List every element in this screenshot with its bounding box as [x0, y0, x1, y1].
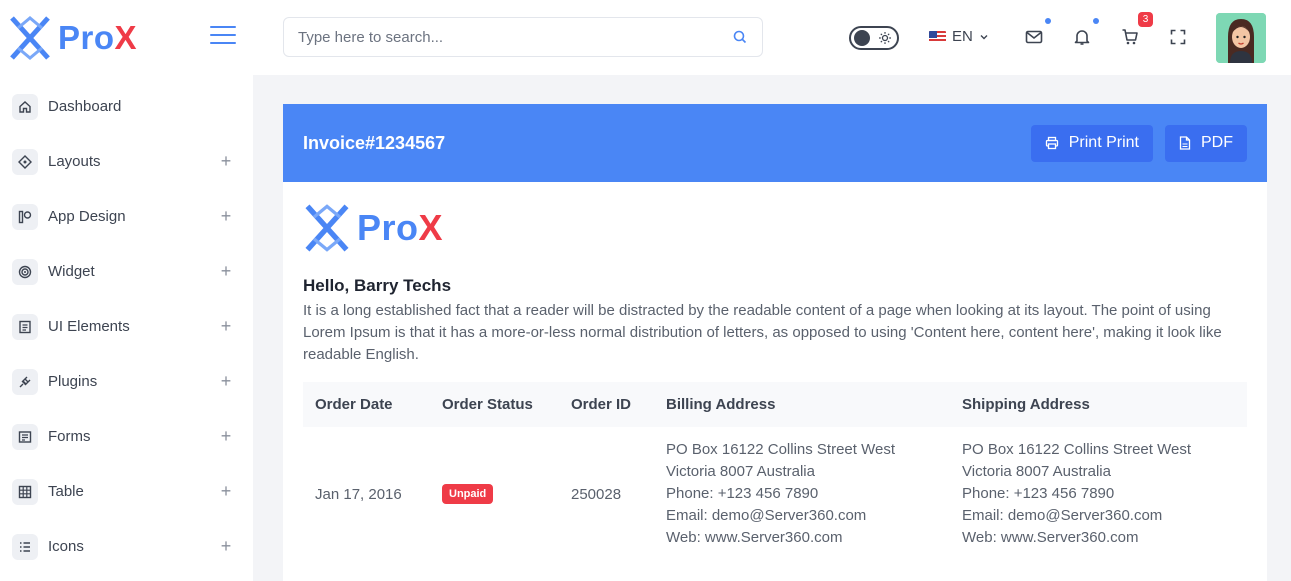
search-input[interactable] — [298, 28, 732, 46]
menu-toggle-button[interactable] — [210, 26, 236, 46]
expand-icon[interactable]: + — [219, 261, 233, 282]
list-icon — [12, 533, 38, 560]
print-button-label: Print Print — [1068, 134, 1139, 151]
invoice-title: Invoice#1234567 — [303, 132, 446, 153]
user-avatar[interactable] — [1216, 13, 1266, 63]
printer-icon — [1045, 136, 1058, 150]
expand-icon[interactable]: + — [219, 206, 233, 227]
column-header: Order ID — [559, 382, 654, 427]
sidebar-item-layouts[interactable]: Layouts + — [0, 134, 253, 189]
target-icon — [12, 258, 38, 285]
form-icon — [12, 423, 38, 450]
notifications-button[interactable] — [1071, 18, 1099, 48]
invoice-card: Invoice#1234567 Print Print PDF ProX Hel… — [283, 104, 1267, 581]
greeting-heading: Hello, Barry Techs — [303, 276, 452, 295]
diamond-icon — [12, 148, 38, 175]
table-header-row: Order Date Order Status Order ID Billing… — [303, 382, 1247, 427]
expand-icon[interactable]: + — [219, 426, 233, 447]
sidebar-item-app-design[interactable]: App Design + — [0, 189, 253, 244]
sun-icon — [879, 32, 891, 44]
table-row: Jan 17, 2016 Unpaid 250028 PO Box 16122 … — [303, 427, 1247, 549]
chevron-down-icon — [980, 34, 988, 39]
sidebar-item-label: App Design — [48, 208, 126, 225]
sidebar-item-label: Icons — [48, 538, 84, 555]
expand-icon[interactable]: + — [219, 316, 233, 337]
expand-icon[interactable]: + — [219, 371, 233, 392]
search-icon[interactable] — [732, 29, 748, 45]
mail-notification-dot — [1045, 18, 1051, 24]
pdf-button[interactable]: PDF — [1165, 124, 1247, 162]
fullscreen-icon — [1170, 29, 1186, 45]
sidebar: ProX Dashboard Layouts + App Design + Wi… — [0, 0, 253, 581]
invoice-description: It is a long established fact that a rea… — [303, 302, 1222, 363]
language-label: EN — [952, 28, 973, 45]
brand-name: ProX — [58, 19, 138, 56]
file-pdf-icon — [1179, 136, 1191, 150]
order-table: Order Date Order Status Order ID Billing… — [303, 382, 1247, 549]
top-header: EN 3 — [253, 0, 1291, 75]
shipping-address: PO Box 16122 Collins Street West Victori… — [962, 441, 1191, 546]
sidebar-item-label: Plugins — [48, 373, 98, 390]
brand-logo[interactable]: ProX — [8, 14, 137, 62]
print-button[interactable]: Print Print — [1030, 124, 1153, 162]
column-header: Billing Address — [654, 382, 950, 427]
expand-icon[interactable]: + — [219, 536, 233, 557]
column-header: Shipping Address — [950, 382, 1247, 427]
order-status-cell: Unpaid — [430, 427, 559, 549]
language-selector[interactable]: EN — [929, 28, 989, 45]
sidebar-item-label: Table — [48, 483, 84, 500]
order-date: Jan 17, 2016 — [315, 485, 402, 503]
status-badge: Unpaid — [442, 484, 494, 504]
sidebar-item-ui-elements[interactable]: UI Elements + — [0, 299, 253, 354]
sidebar-item-plugins[interactable]: Plugins + — [0, 354, 253, 409]
column-header: Order Status — [430, 382, 559, 427]
sidebar-item-label: Dashboard — [48, 98, 122, 115]
cart-button[interactable]: 3 — [1119, 12, 1153, 48]
sidebar-item-label: Widget — [48, 263, 95, 280]
order-id: 250028 — [571, 485, 622, 503]
sidebar-item-table[interactable]: Table + — [0, 464, 253, 519]
ui-elements-icon — [12, 313, 38, 340]
billing-address: PO Box 16122 Collins Street West Victori… — [666, 441, 895, 546]
sidebar-item-label: UI Elements — [48, 318, 130, 335]
sidebar-item-label: Forms — [48, 428, 91, 445]
sidebar-item-widget[interactable]: Widget + — [0, 244, 253, 299]
sidebar-menu: Dashboard Layouts + App Design + Widget … — [0, 79, 253, 574]
cart-count-badge: 3 — [1138, 12, 1153, 27]
column-header: Order Date — [303, 382, 430, 427]
theme-toggle[interactable] — [849, 26, 899, 50]
prox-logo-icon — [305, 204, 349, 252]
invoice-logo: ProX — [303, 202, 443, 254]
fullscreen-button[interactable] — [1167, 26, 1189, 48]
us-flag-icon — [929, 30, 946, 43]
home-icon — [12, 93, 38, 120]
prox-logo-icon — [10, 16, 50, 60]
toggle-knob — [854, 30, 870, 46]
expand-icon[interactable]: + — [219, 481, 233, 502]
app-design-icon — [12, 203, 38, 230]
cart-icon — [1122, 29, 1138, 45]
plug-icon — [12, 368, 38, 395]
bell-icon — [1074, 30, 1090, 45]
sidebar-item-dashboard[interactable]: Dashboard — [0, 79, 253, 134]
sidebar-item-forms[interactable]: Forms + — [0, 409, 253, 464]
sidebar-item-icons[interactable]: Icons + — [0, 519, 253, 574]
table-icon — [12, 478, 38, 505]
sidebar-item-label: Layouts — [48, 153, 101, 170]
mail-icon — [1025, 30, 1043, 44]
expand-icon[interactable]: + — [219, 151, 233, 172]
bell-notification-dot — [1093, 18, 1099, 24]
pdf-button-label: PDF — [1201, 134, 1233, 151]
brand-name: ProX — [357, 207, 444, 248]
search-bar — [283, 17, 763, 57]
invoice-header: Invoice#1234567 Print Print PDF — [283, 104, 1267, 182]
mail-button[interactable] — [1023, 18, 1051, 48]
